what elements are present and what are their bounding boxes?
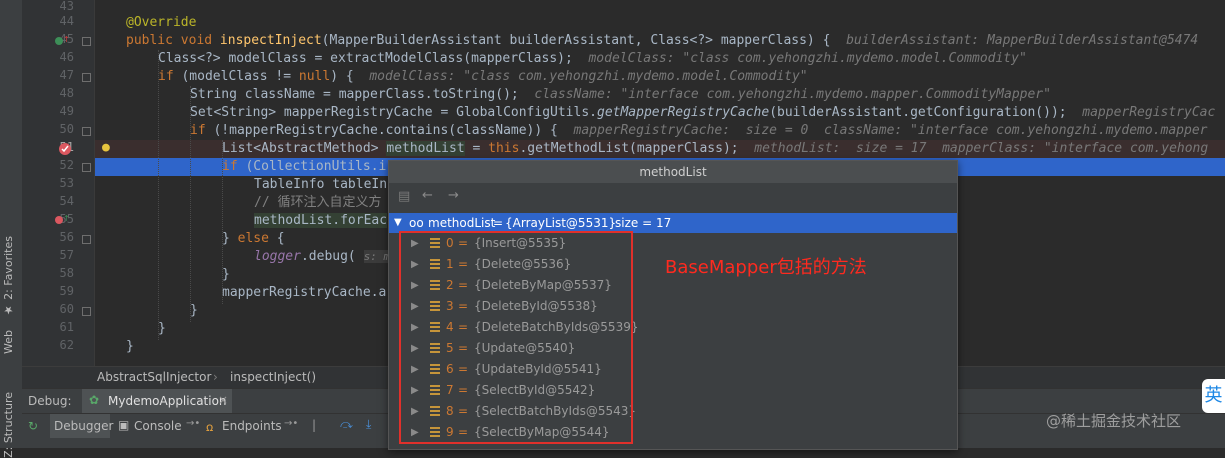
line-number: 46 bbox=[59, 50, 74, 64]
structure-tab[interactable]: Z: Structure bbox=[2, 392, 15, 458]
code-line-51: List<AbstractMethod> methodList = this.g… bbox=[222, 141, 1209, 156]
tab-debugger[interactable]: Debugger bbox=[50, 414, 113, 439]
code-line-45: public void inspectInject(MapperBuilderA… bbox=[126, 33, 1199, 48]
equals-sign: = bbox=[493, 216, 504, 230]
line-number: 53 bbox=[59, 176, 74, 190]
line-number: 44 bbox=[59, 14, 74, 28]
fold-marker-icon[interactable] bbox=[82, 235, 91, 244]
tree-root-node[interactable]: ▼ oo methodList = {ArrayList@5531} size … bbox=[389, 213, 957, 233]
popup-title[interactable]: methodList bbox=[389, 161, 957, 183]
close-icon[interactable]: × bbox=[218, 393, 228, 407]
code-line-47: if (modelClass != null) { modelClass: "c… bbox=[158, 69, 808, 84]
breadcrumb-separator: › bbox=[213, 370, 218, 384]
web-tab[interactable]: Web bbox=[2, 330, 15, 354]
code-line-48: String className = mapperClass.toString(… bbox=[190, 87, 1051, 102]
override-method-icon[interactable]: ↑ bbox=[54, 35, 68, 47]
code-line-49: Set<String> mapperRegistryCache = Global… bbox=[190, 105, 1216, 120]
line-number: 59 bbox=[59, 284, 74, 298]
folder-icon[interactable]: ▤ bbox=[398, 189, 410, 204]
annotation-label: BaseMapper包括的方法 bbox=[665, 257, 867, 278]
svg-text:↑: ↑ bbox=[63, 35, 68, 44]
line-number: 50 bbox=[59, 122, 74, 136]
favorites-tab[interactable]: ★ 2: Favorites bbox=[2, 236, 15, 316]
editor-gutter: 43 44 45 46 47 48 49 50 51 52 53 54 55 5… bbox=[22, 0, 95, 366]
line-number: 43 bbox=[59, 0, 74, 13]
run-config-tab[interactable]: ✿ MydemoApplication × bbox=[82, 389, 232, 414]
back-arrow-icon[interactable]: ← bbox=[422, 188, 433, 203]
highlight-box bbox=[399, 231, 633, 444]
line-number: 54 bbox=[59, 194, 74, 208]
debug-label: Debug: bbox=[28, 394, 72, 408]
watch-glasses-icon: oo bbox=[409, 216, 424, 230]
fold-marker-icon[interactable] bbox=[82, 163, 91, 172]
line-number: 58 bbox=[59, 266, 74, 280]
left-tool-strip: ★ 2: Favorites Web Z: Structure bbox=[0, 0, 23, 458]
indent-guide bbox=[190, 86, 191, 322]
root-var-size: size = 17 bbox=[615, 216, 672, 230]
override-method-icon[interactable]: ↑ bbox=[54, 214, 68, 226]
root-var-value: {ArrayList@5531} bbox=[505, 216, 617, 230]
code-line-46: Class<?> modelClass = extractModelClass(… bbox=[158, 51, 1027, 66]
star-icon: ★ bbox=[2, 299, 15, 317]
chevron-down-icon[interactable]: ▼ bbox=[394, 213, 402, 233]
code-line-50: if (!mapperRegistryCache.contains(classN… bbox=[190, 123, 1208, 138]
indent-guide bbox=[158, 50, 159, 340]
line-number: 47 bbox=[59, 68, 74, 82]
root-var-name: methodList bbox=[428, 216, 496, 230]
tab-endpoints[interactable]: Endpoints bbox=[222, 419, 282, 433]
breadcrumb-method[interactable]: inspectInject() bbox=[230, 370, 316, 384]
line-number: 52 bbox=[59, 158, 74, 172]
fold-marker-icon[interactable] bbox=[82, 127, 91, 136]
line-number: 49 bbox=[59, 104, 74, 118]
pin-icon[interactable]: →• bbox=[186, 418, 200, 429]
breakpoint-icon[interactable] bbox=[58, 142, 74, 156]
line-number: 48 bbox=[59, 86, 74, 100]
endpoints-icon: ꭥ bbox=[206, 420, 214, 434]
line-number: 56 bbox=[59, 230, 74, 244]
line-number: 62 bbox=[59, 338, 74, 352]
tab-console[interactable]: Console bbox=[134, 419, 182, 433]
spring-boot-icon: ✿ bbox=[89, 393, 100, 407]
separator: | bbox=[312, 418, 317, 432]
step-over-icon[interactable]: ⤼ bbox=[340, 417, 353, 432]
popup-toolbar: ▤ ← → bbox=[389, 184, 957, 212]
line-number: 61 bbox=[59, 320, 74, 334]
indent-guide bbox=[222, 140, 223, 304]
code-line-44: @Override bbox=[126, 15, 197, 30]
line-number: 57 bbox=[59, 248, 74, 262]
watermark: @稀土掘金技术社区 bbox=[1046, 412, 1182, 430]
fold-marker-icon[interactable] bbox=[82, 73, 91, 82]
breadcrumb-class[interactable]: AbstractSqlInjector bbox=[97, 370, 211, 384]
pin-icon[interactable]: →• bbox=[284, 418, 298, 429]
rerun-icon[interactable]: ↻ bbox=[28, 419, 38, 433]
step-into-icon[interactable]: ⤓ bbox=[366, 417, 371, 432]
ime-badge[interactable]: 英 bbox=[1202, 379, 1225, 413]
fold-marker-icon[interactable] bbox=[82, 37, 91, 46]
forward-arrow-icon[interactable]: → bbox=[448, 188, 459, 203]
console-icon: ▣ bbox=[118, 418, 130, 432]
svg-text:↑: ↑ bbox=[63, 214, 68, 223]
line-number: 60 bbox=[59, 302, 74, 316]
lightbulb-icon[interactable]: ● bbox=[102, 140, 110, 155]
fold-marker-icon[interactable] bbox=[82, 307, 91, 316]
